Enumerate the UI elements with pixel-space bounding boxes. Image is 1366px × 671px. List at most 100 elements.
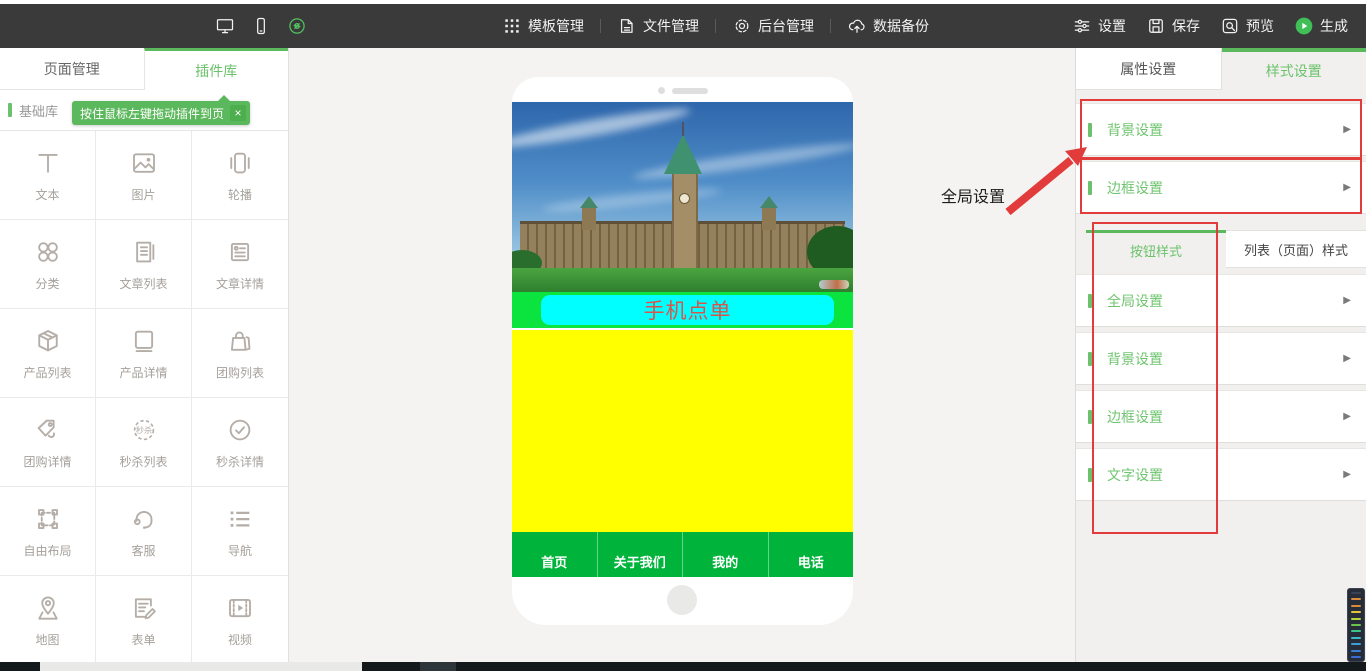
phone-bottom-bezel	[512, 577, 853, 625]
plugin-label: 图片	[131, 186, 155, 203]
content-block-plugin[interactable]	[512, 330, 853, 532]
plugin-label: 轮播	[228, 186, 252, 203]
floating-side-widget[interactable]	[1347, 588, 1365, 662]
accordion-row[interactable]: 边框设置▶	[1076, 390, 1366, 443]
photo-watermark	[819, 280, 849, 289]
monitor-icon[interactable]	[215, 16, 235, 36]
phone-nav-item[interactable]: 首页	[512, 532, 598, 577]
phone-nav-item[interactable]: 关于我们	[598, 532, 684, 577]
tab-style-settings[interactable]: 样式设置	[1222, 48, 1366, 90]
phone-home-button[interactable]	[667, 585, 697, 615]
carousel-icon	[225, 148, 255, 178]
toolbar-item-label: 预览	[1246, 16, 1274, 36]
phone-mockup: 手机点单 首页关于我们我的电话	[512, 77, 853, 625]
chevron-right-icon: ▶	[1343, 182, 1351, 193]
chevron-right-icon: ▶	[1343, 295, 1351, 306]
plugin-item-video[interactable]: 视频	[192, 576, 288, 665]
accordion-row[interactable]: 全局设置▶	[1076, 274, 1366, 327]
plugin-item-nav[interactable]: 导航	[192, 487, 288, 576]
plugin-item-article-detail[interactable]: 文章详情	[192, 220, 288, 309]
svg-text:秒杀: 秒杀	[135, 425, 151, 435]
product-detail-icon	[129, 326, 159, 356]
plugin-item-map[interactable]: 地图	[0, 576, 96, 665]
form-icon	[129, 593, 159, 623]
file-icon	[617, 16, 637, 36]
plugin-label: 分类	[35, 275, 59, 292]
row-marker	[1088, 468, 1092, 482]
link-icon[interactable]	[287, 16, 307, 36]
plugin-label: 文章详情	[216, 275, 264, 292]
plugin-label: 表单	[131, 631, 155, 648]
hero-image-plugin[interactable]	[512, 102, 853, 292]
row-marker	[1088, 294, 1092, 308]
row-label: 文字设置	[1107, 465, 1343, 485]
plugin-label: 团购列表	[216, 364, 264, 381]
lawn	[512, 268, 853, 292]
widget-stripe	[1351, 630, 1361, 632]
bottom-nav-plugin: 首页关于我们我的电话	[512, 532, 853, 577]
accordion-row[interactable]: 背景设置▶	[1076, 103, 1366, 156]
plugin-label: 文章列表	[119, 275, 167, 292]
scrollbar-thumb[interactable]	[40, 662, 362, 671]
smartphone-icon[interactable]	[251, 16, 271, 36]
plugin-item-free-layout[interactable]: 自由布局	[0, 487, 96, 576]
toolbar-item-gear[interactable]: 后台管理	[722, 16, 824, 36]
plugin-label: 秒杀列表	[119, 453, 167, 470]
toolbar-item-sliders[interactable]: 设置	[1062, 16, 1136, 36]
toolbar-item-label: 设置	[1098, 16, 1126, 36]
toolbar-divider	[715, 19, 716, 33]
plugin-item-carousel[interactable]: 轮播	[192, 131, 288, 220]
plugin-item-groupbuy-list[interactable]: 团购列表	[192, 309, 288, 398]
accordion-row[interactable]: 文字设置▶	[1076, 448, 1366, 501]
sidebar-tabs: 页面管理 插件库	[0, 48, 288, 90]
tower-spire	[682, 122, 684, 136]
tooltip-text: 按住鼠标左键拖动插件到页	[80, 105, 224, 122]
toolbar-divider	[600, 19, 601, 33]
tooltip-close-icon[interactable]: ×	[230, 105, 246, 121]
accordion-row[interactable]: 背景设置▶	[1076, 332, 1366, 385]
tab-button-style[interactable]: 按钮样式	[1086, 230, 1226, 268]
chevron-right-icon: ▶	[1343, 469, 1351, 480]
tab-page-management[interactable]: 页面管理	[0, 48, 144, 90]
toolbar-item-preview[interactable]: 预览	[1210, 16, 1284, 36]
plugin-item-article-list[interactable]: 文章列表	[96, 220, 192, 309]
title-pill: 手机点单	[541, 295, 834, 325]
article-list-icon	[129, 237, 159, 267]
title-bar-plugin[interactable]: 手机点单	[512, 292, 853, 328]
chevron-right-icon: ▶	[1343, 411, 1351, 422]
widget-stripe	[1351, 624, 1361, 626]
plugin-label: 导航	[228, 542, 252, 559]
accordion-row[interactable]: 边框设置▶	[1076, 161, 1366, 214]
toolbar-item-file[interactable]: 文件管理	[607, 16, 709, 36]
plugin-item-product-list[interactable]: 产品列表	[0, 309, 96, 398]
category-icon	[33, 237, 63, 267]
plugin-item-product-detail[interactable]: 产品详情	[96, 309, 192, 398]
phone-nav-item[interactable]: 我的	[683, 532, 769, 577]
generate-icon	[1294, 16, 1314, 36]
plugin-item-category[interactable]: 分类	[0, 220, 96, 309]
toolbar-item-generate[interactable]: 生成	[1284, 16, 1358, 36]
plugin-item-seckill-list[interactable]: 秒杀秒杀列表	[96, 398, 192, 487]
tab-plugin-library[interactable]: 插件库	[144, 48, 289, 90]
plugin-item-form[interactable]: 表单	[96, 576, 192, 665]
annotation-label: 全局设置	[941, 183, 1005, 207]
plugin-item-text[interactable]: 文本	[0, 131, 96, 220]
toolbar-item-save[interactable]: 保存	[1136, 16, 1210, 36]
phone-nav-item[interactable]: 电话	[769, 532, 854, 577]
plugin-item-service[interactable]: 客服	[96, 487, 192, 576]
plugin-item-image[interactable]: 图片	[96, 131, 192, 220]
plugin-item-seckill-detail[interactable]: 秒杀详情	[192, 398, 288, 487]
row-label: 边框设置	[1107, 407, 1343, 427]
toolbar-item-cloud-upload[interactable]: 数据备份	[837, 16, 939, 36]
chevron-right-icon: ▶	[1343, 353, 1351, 364]
toolbar-item-grid-menu[interactable]: 模板管理	[492, 16, 594, 36]
tab-list-page-style[interactable]: 列表（页面）样式	[1226, 230, 1366, 268]
settings-panel: 属性设置 样式设置 背景设置▶边框设置▶ 按钮样式 列表（页面）样式 全局设置▶…	[1075, 48, 1366, 662]
groupbuy-list-icon	[225, 326, 255, 356]
map-icon	[33, 593, 63, 623]
widget-stripe	[1351, 618, 1361, 620]
sliders-icon	[1072, 16, 1092, 36]
tab-property-settings[interactable]: 属性设置	[1076, 48, 1222, 90]
toolbar-item-label: 保存	[1172, 16, 1200, 36]
plugin-item-groupbuy-detail[interactable]: 团购详情	[0, 398, 96, 487]
